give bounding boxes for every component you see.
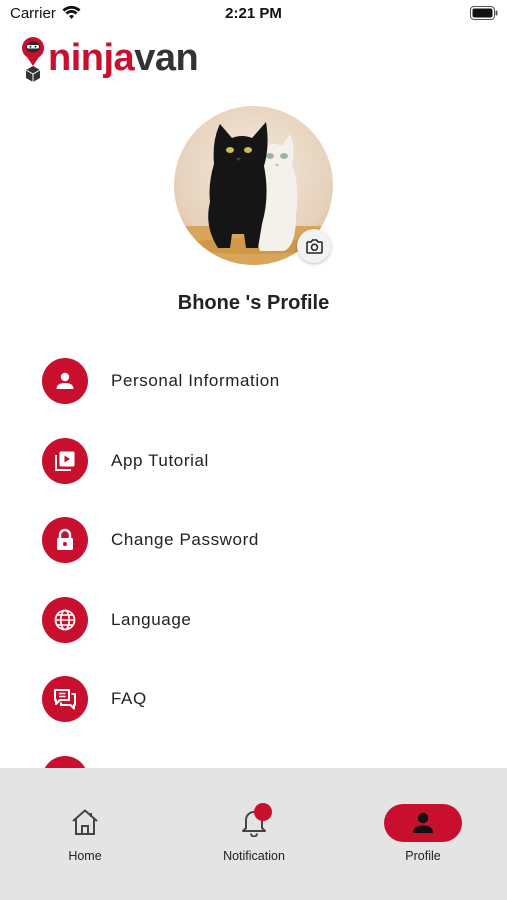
video-library-icon — [42, 438, 88, 484]
menu-item-label: Change Password — [111, 530, 259, 549]
status-bar: Carrier 2:21 PM — [0, 0, 507, 28]
lock-icon — [42, 517, 88, 563]
camera-icon — [305, 238, 323, 254]
menu-item-language[interactable]: Language — [42, 597, 482, 643]
menu-item-label: FAQ — [111, 689, 147, 708]
ninjavan-logo: ninjavan — [20, 36, 210, 86]
person-icon — [42, 358, 88, 404]
globe-icon — [42, 597, 88, 643]
menu-item-label: Language — [111, 610, 192, 629]
nav-home-label: Home — [68, 849, 102, 863]
battery-icon — [470, 6, 498, 20]
menu-item-label: App Tutorial — [111, 451, 209, 470]
menu-item-app-tutorial[interactable]: App Tutorial — [42, 438, 482, 484]
nav-profile-active-pill[interactable] — [384, 804, 462, 842]
change-photo-button[interactable] — [297, 229, 331, 263]
nav-home[interactable]: Home — [25, 768, 145, 878]
ninja-pin-icon — [22, 37, 44, 82]
nav-notification[interactable]: Notification — [194, 768, 314, 878]
menu-item-label: Personal Information — [111, 371, 280, 390]
profile-title: Bhone 's Profile — [177, 292, 330, 314]
nav-profile-label: Profile — [405, 849, 441, 863]
profile-nav-icon — [413, 812, 433, 833]
notification-badge — [254, 803, 272, 821]
home-icon — [67, 804, 103, 840]
nav-notification-label: Notification — [223, 849, 285, 863]
menu-item-personal-information[interactable]: Personal Information — [42, 358, 482, 404]
menu-item-change-password[interactable]: Change Password — [42, 517, 482, 563]
logo-wordmark: ninjavan — [48, 37, 199, 79]
chat-bubbles-icon — [42, 676, 88, 722]
menu-item-faq[interactable]: FAQ — [42, 676, 482, 722]
clock: 2:21 PM — [225, 5, 282, 22]
